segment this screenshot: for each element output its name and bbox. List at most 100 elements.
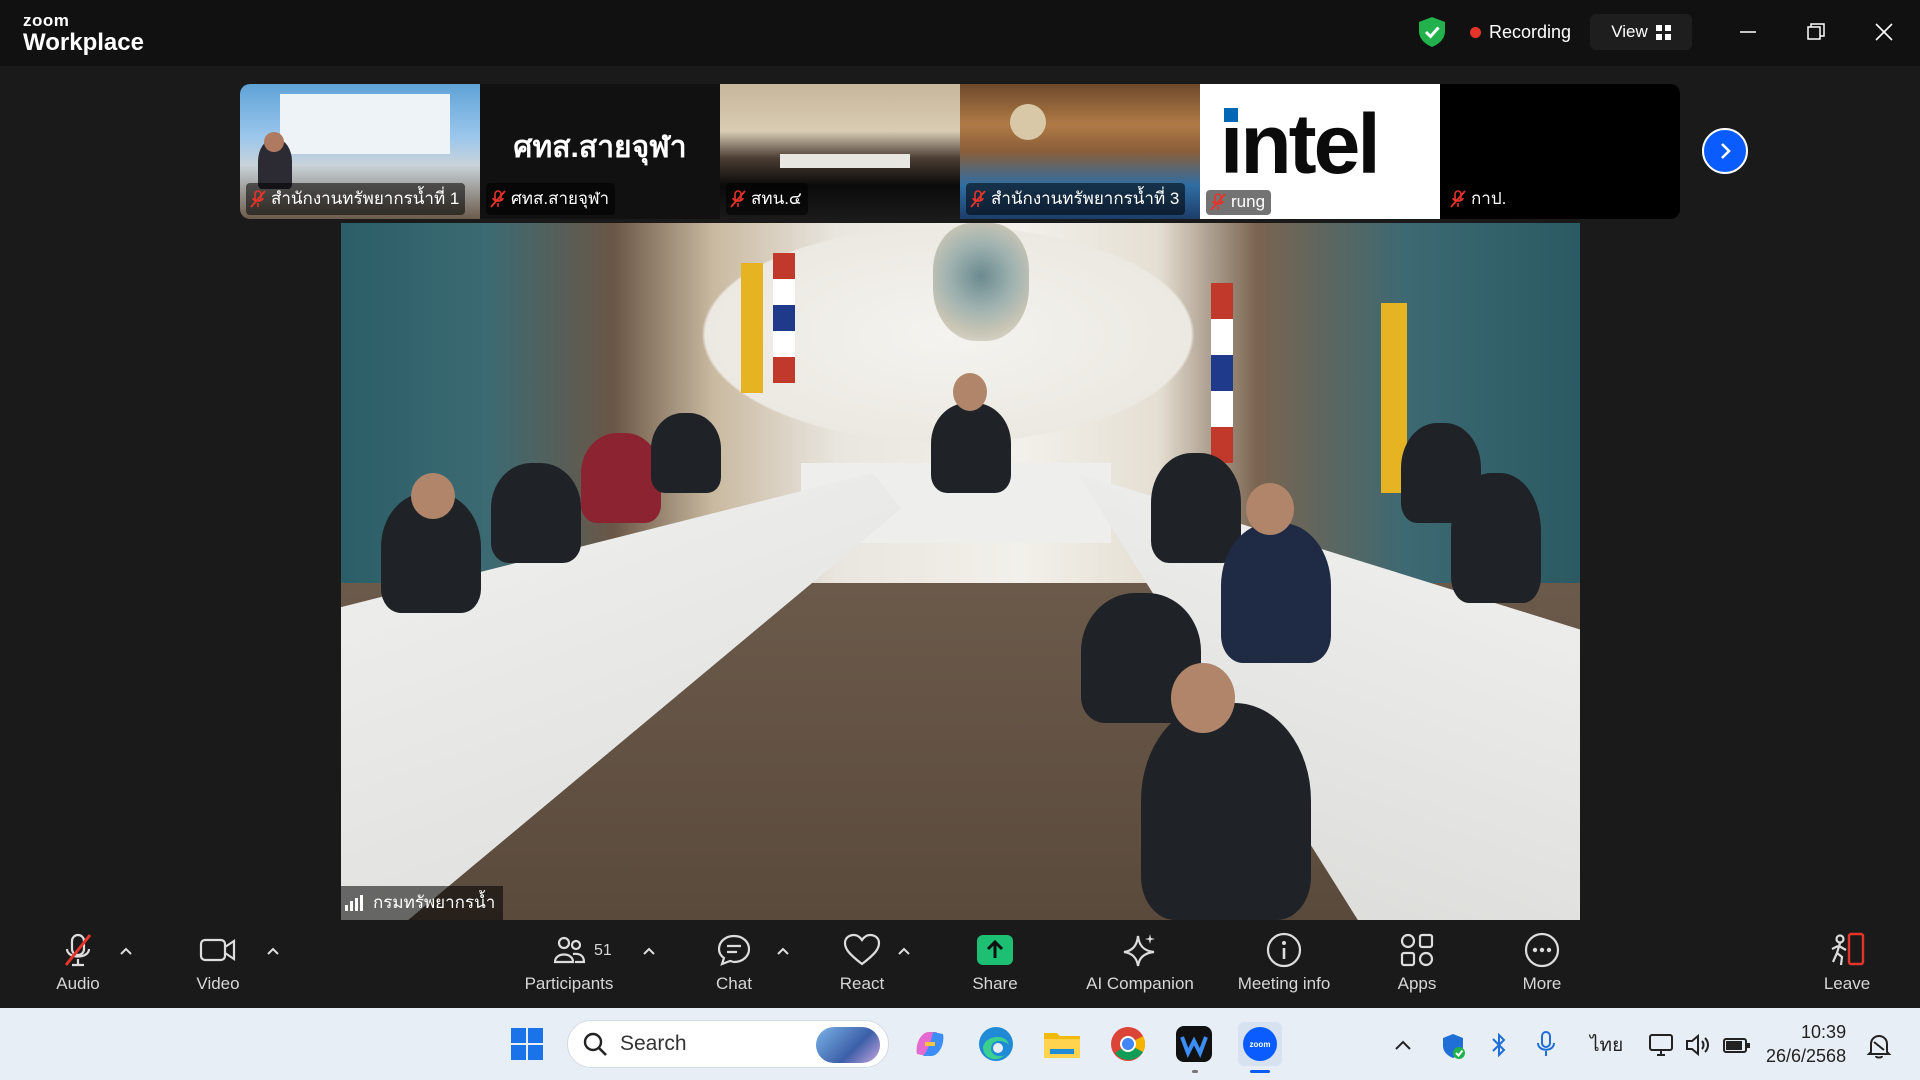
apps-button[interactable]: Apps [1394, 932, 1440, 994]
brand-bottom: Workplace [23, 29, 144, 56]
recording-dot-icon [1470, 27, 1481, 38]
zoom-app-icon: zoom [1243, 1027, 1277, 1061]
taskbar-search[interactable]: Search [567, 1020, 889, 1068]
intel-logo-text: intel [1220, 97, 1381, 191]
video-content [1246, 483, 1294, 535]
next-page-button[interactable] [1702, 128, 1748, 174]
apps-grid-icon [1399, 932, 1435, 968]
audio-button[interactable]: Audio [50, 932, 106, 994]
chrome-app[interactable] [1106, 1022, 1150, 1066]
participants-icon [552, 932, 586, 968]
video-content [953, 373, 987, 411]
participant-name: สำนักงานทรัพยากรน้ำที่ 3 [991, 189, 1180, 208]
video-camera-icon [199, 932, 237, 968]
svg-text:zoom: zoom [1250, 1040, 1271, 1049]
clock-date: 26/6/2568 [1766, 1046, 1847, 1066]
react-options-chevron-icon[interactable] [897, 944, 911, 958]
restore-button[interactable] [1796, 14, 1836, 50]
grid-icon [1655, 24, 1671, 40]
signal-strength-icon [345, 894, 365, 911]
participant-tile[interactable]: กาป. [1440, 84, 1680, 219]
leave-label: Leave [1823, 974, 1871, 993]
video-content [773, 253, 795, 383]
system-clock[interactable]: 10:39 26/6/2568 [1766, 1020, 1846, 1068]
language-indicator[interactable]: ไทย [1590, 1030, 1623, 1060]
share-button[interactable]: Share [970, 932, 1020, 994]
windows-taskbar: Search zoom ไทย 10:39 26/6/2568 [0, 1008, 1920, 1080]
encryption-shield-icon[interactable] [1417, 16, 1447, 48]
start-button[interactable] [505, 1022, 549, 1066]
video-content [933, 223, 1029, 341]
ai-companion-label: AI Companion [1086, 974, 1194, 993]
close-button[interactable] [1864, 14, 1904, 50]
muted-mic-icon [1450, 189, 1466, 208]
zoom-app[interactable]: zoom [1238, 1022, 1282, 1066]
video-options-chevron-icon[interactable] [266, 944, 280, 958]
video-label: Video [196, 974, 240, 993]
video-content [1221, 523, 1331, 663]
video-content [491, 463, 581, 563]
meeting-info-label: Meeting info [1237, 974, 1331, 993]
participant-name: ศทส.สายจุฬา [511, 189, 610, 208]
more-button[interactable]: More [1518, 932, 1566, 994]
leave-door-icon [1827, 932, 1867, 968]
participant-tile[interactable]: สำนักงานทรัพยากรน้ำที่ 3 [960, 84, 1200, 219]
audio-label: Audio [56, 974, 100, 993]
battery-icon[interactable] [1722, 1034, 1752, 1056]
video-content [741, 263, 763, 393]
active-indicator [1250, 1070, 1270, 1073]
participants-options-chevron-icon[interactable] [642, 944, 656, 958]
participant-tile[interactable]: ศทส.สายจุฬา ศทส.สายจุฬา [480, 84, 720, 219]
view-button[interactable]: View [1590, 14, 1692, 50]
video-content [581, 433, 661, 523]
participant-name-label: ศทส.สายจุฬา [486, 183, 616, 215]
minimize-button[interactable] [1728, 14, 1768, 50]
video-content [651, 413, 721, 493]
participant-tile[interactable]: สำนักงานทรัพยากรน้ำที่ 1 [240, 84, 480, 219]
security-shield-icon[interactable] [1440, 1032, 1466, 1060]
leave-button[interactable]: Leave [1822, 932, 1872, 994]
participants-count: 51 [594, 942, 612, 959]
audio-options-chevron-icon[interactable] [119, 944, 133, 958]
more-label: More [1522, 974, 1562, 993]
chat-options-chevron-icon[interactable] [776, 944, 790, 958]
bluetooth-icon[interactable] [1490, 1032, 1508, 1058]
video-content [1010, 104, 1046, 140]
search-placeholder: Search [620, 1032, 687, 1055]
chat-label: Chat [716, 974, 752, 993]
title-bar: zoom Workplace Recording View [0, 0, 1920, 66]
zoom-logo: zoom Workplace [23, 12, 144, 55]
restore-icon [1807, 23, 1825, 40]
participant-name-label: สำนักงานทรัพยากรน้ำที่ 1 [246, 183, 466, 215]
participant-tile[interactable]: intel rung [1200, 84, 1440, 219]
app-launcher[interactable] [1172, 1022, 1216, 1066]
more-options-icon [1524, 932, 1560, 968]
active-speaker-video[interactable]: กรมทรัพยากรน้ำ [341, 223, 1580, 920]
volume-icon[interactable] [1684, 1032, 1712, 1058]
minimize-icon [1740, 31, 1756, 33]
copilot-icon [916, 1032, 944, 1056]
participant-tile[interactable]: สทน.๔ [720, 84, 960, 219]
copilot-app[interactable] [908, 1022, 952, 1066]
participant-name: กาป. [1471, 189, 1507, 208]
network-icon[interactable] [1648, 1032, 1676, 1058]
notification-bell-icon[interactable] [1866, 1032, 1892, 1060]
participant-name: สทน.๔ [751, 189, 802, 208]
chevron-up-icon[interactable] [1394, 1038, 1412, 1052]
meeting-info-button[interactable]: Meeting info [1228, 932, 1340, 994]
microphone-icon[interactable] [1536, 1030, 1556, 1058]
file-explorer-app[interactable] [1040, 1022, 1084, 1066]
react-button[interactable]: React [838, 932, 886, 994]
meeting-controls-toolbar: Audio Video Participants 51 Chat React S… [0, 920, 1920, 1008]
recording-indicator[interactable]: Recording [1470, 22, 1571, 43]
participants-label: Participants [524, 974, 614, 993]
close-icon [1875, 23, 1893, 41]
muted-mic-icon [250, 189, 266, 208]
ai-companion-button[interactable]: AI Companion [1080, 932, 1200, 994]
chrome-icon [1111, 1027, 1145, 1061]
video-content [411, 473, 455, 519]
edge-app[interactable] [974, 1022, 1018, 1066]
video-button[interactable]: Video [190, 932, 246, 994]
chat-button[interactable]: Chat [710, 932, 758, 994]
search-icon [583, 1032, 607, 1056]
